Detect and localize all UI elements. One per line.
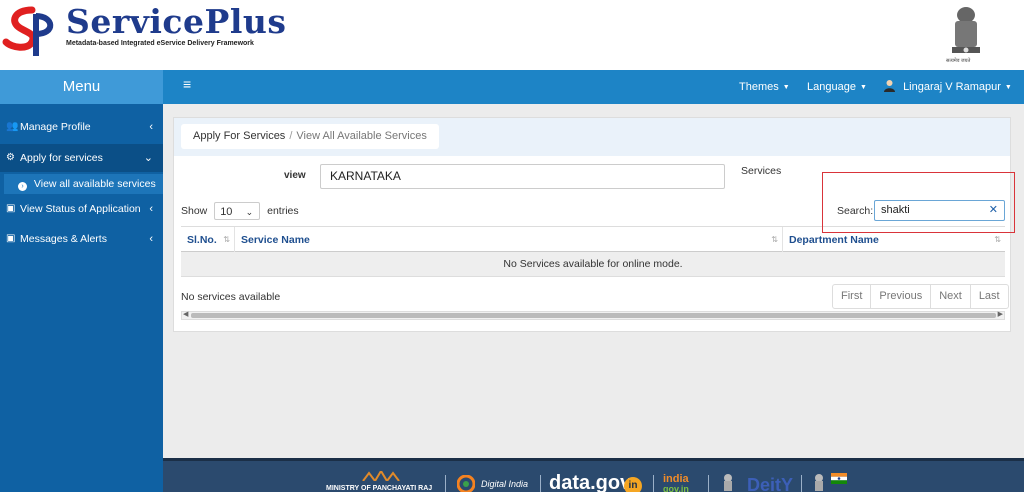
chevron-left-icon: ‹ <box>149 203 153 215</box>
chevron-left-icon: ‹ <box>149 121 153 133</box>
cogs-icon: ⚙ <box>6 152 15 163</box>
chevron-left-icon: ‹ <box>149 233 153 245</box>
chevron-down-icon: ⌄ <box>245 207 254 217</box>
emblem-small-icon <box>721 473 735 492</box>
national-emblem-icon <box>952 7 980 53</box>
scroll-left-icon[interactable]: ◀ <box>183 310 188 318</box>
column-header-sl-no[interactable]: Sl.No. ⇅ <box>181 227 235 253</box>
pagination: First Previous Next Last <box>832 284 1009 309</box>
sidebar-item-messages-alerts[interactable]: ▣ Messages & Alerts ‹ <box>0 225 163 253</box>
file-icon: ▣ <box>6 233 16 244</box>
breadcrumb-separator: / <box>289 130 293 142</box>
footer-digital-india[interactable]: Digital India <box>481 479 528 489</box>
user-dropdown[interactable]: Lingaraj V Ramapur ▼ <box>883 79 1012 93</box>
sidebar-item-label: Manage Profile <box>20 121 91 133</box>
sort-icon: ⇅ <box>223 235 230 244</box>
india-flag-icon <box>831 473 847 484</box>
breadcrumb: Apply For Services / View All Available Se… <box>181 124 439 149</box>
sidebar-item-label: Messages & Alerts <box>20 233 107 245</box>
user-avatar-icon <box>884 80 895 92</box>
horizontal-scrollbar[interactable]: ◀ ▶ <box>181 311 1005 320</box>
digital-india-icon <box>456 474 476 492</box>
sidebar-item-label: View Status of Application <box>20 203 141 215</box>
scrollbar-thumb[interactable] <box>191 313 996 318</box>
top-navbar: ≡ Themes ▼ Language ▼ Lingaraj V Ramapur ▼ <box>163 70 1024 104</box>
file-icon: ▣ <box>6 203 16 214</box>
users-icon: 👥 <box>6 121 19 132</box>
footer-data-gov[interactable]: data.gov <box>549 472 631 492</box>
table-info: No services available <box>181 291 281 303</box>
emblem-caption: सत्यमेव जयते <box>946 58 971 64</box>
chevron-circle-right-icon: › <box>18 182 27 191</box>
language-label: Language <box>807 81 856 93</box>
column-header-service-name[interactable]: Service Name ⇅ <box>235 227 783 253</box>
caret-down-icon: ▼ <box>1004 84 1012 91</box>
entries-select[interactable]: 10 ⌄ <box>214 202 261 220</box>
breadcrumb-strip: Apply For Services / View All Available Se… <box>174 118 1010 156</box>
brand-header: ServicePlus Metadata-based Integrated eS… <box>0 0 1024 70</box>
menu-title: Menu <box>0 70 163 104</box>
chevron-down-icon: ⌄ <box>143 152 153 164</box>
footer-data-gov-in: in <box>624 477 642 492</box>
breadcrumb-parent[interactable]: Apply For Services <box>193 130 285 142</box>
emblem-small-icon <box>811 473 827 492</box>
breadcrumb-current: View All Available Services <box>296 130 427 142</box>
view-state-field[interactable]: KARNATAKA <box>320 164 725 189</box>
user-name: Lingaraj V Ramapur <box>903 81 1001 93</box>
sidebar-item-view-status[interactable]: ▣ View Status of Application ‹ <box>0 195 163 223</box>
table-empty-row: No Services available for online mode. <box>181 252 1005 277</box>
footer-ministry[interactable]: MINISTRY OF PANCHAYATI RAJ <box>326 485 432 492</box>
caret-down-icon: ▼ <box>859 84 867 91</box>
footer-deity[interactable]: DeitY <box>747 475 793 492</box>
serviceplus-logo-icon <box>2 6 54 56</box>
footer: MINISTRY OF PANCHAYATI RAJ Digital India… <box>163 458 1024 492</box>
pagination-first-button[interactable]: First <box>833 285 872 308</box>
sidebar-item-label: View all available services <box>33 178 156 190</box>
show-label: Show <box>181 205 208 217</box>
themes-label: Themes <box>739 81 779 93</box>
sidebar-item-manage-profile[interactable]: 👥 Manage Profile ‹ <box>0 113 163 141</box>
caret-down-icon: ▼ <box>782 84 790 91</box>
sidebar: Menu 👥 Manage Profile ‹ ⚙ Apply for serv… <box>0 70 163 492</box>
brand-subtitle: Metadata-based Integrated eService Deliv… <box>66 40 254 47</box>
scroll-right-icon[interactable]: ▶ <box>998 310 1003 318</box>
services-label: Services <box>741 165 782 177</box>
search-highlight-box <box>822 172 1015 233</box>
brand-title: ServicePlus <box>66 2 287 41</box>
view-label: view <box>284 170 306 181</box>
sidebar-subitem-view-all-services[interactable]: › View all available services <box>4 174 163 194</box>
entries-value: 10 <box>220 206 233 218</box>
entries-label: entries <box>267 205 299 217</box>
pagination-previous-button[interactable]: Previous <box>871 285 932 308</box>
footer-gov-in: gov.in <box>663 484 689 492</box>
sidebar-item-label: Apply for services <box>20 152 103 164</box>
sort-icon: ⇅ <box>771 235 778 244</box>
hamburger-icon[interactable]: ≡ <box>183 76 191 92</box>
pagination-next-button[interactable]: Next <box>931 285 971 308</box>
pagination-last-button[interactable]: Last <box>971 285 1008 308</box>
sidebar-item-apply-for-services[interactable]: ⚙ Apply for services ⌄ <box>0 144 163 172</box>
themes-dropdown[interactable]: Themes ▼ <box>739 81 790 93</box>
language-dropdown[interactable]: Language ▼ <box>807 81 867 93</box>
entries-length-control: Show 10 ⌄ entries <box>181 202 299 220</box>
panchayati-raj-emblem-icon <box>361 469 401 482</box>
